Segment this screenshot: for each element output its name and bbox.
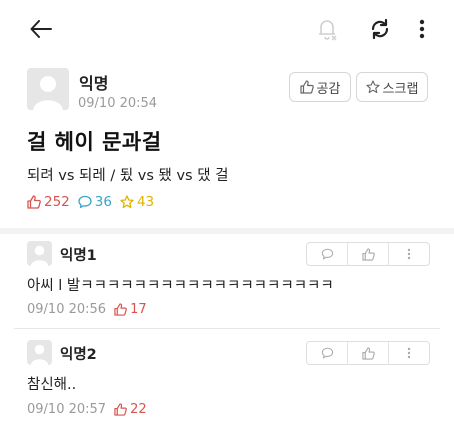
comment-actions xyxy=(306,341,430,365)
default-user-icon xyxy=(27,241,52,266)
comment-like-button[interactable] xyxy=(348,243,389,265)
thumbs-up-icon xyxy=(361,346,375,360)
comment-author: 익명2 xyxy=(60,347,97,363)
more-vertical-icon xyxy=(419,19,425,39)
avatar xyxy=(27,68,69,110)
refresh-icon xyxy=(371,18,389,40)
post-timestamp: 09/10 20:54 xyxy=(78,96,158,111)
post-author: 익명 xyxy=(79,74,109,93)
default-user-icon xyxy=(27,340,52,365)
speech-bubble-icon xyxy=(321,347,333,359)
comment-count: 36 xyxy=(78,194,112,210)
like-count: 252 xyxy=(27,194,70,210)
scrap-label: 스크랩 xyxy=(382,81,419,97)
post-stats: 252 36 43 xyxy=(27,194,162,210)
post-body: 되려 vs 되레 / 됬 vs 됐 vs 댔 걸 xyxy=(27,168,229,184)
speech-bubble-icon xyxy=(321,248,333,260)
reply-button[interactable] xyxy=(307,342,348,364)
comment-more-button[interactable] xyxy=(389,243,429,265)
reply-button[interactable] xyxy=(307,243,348,265)
scrap-button[interactable]: 스크랩 xyxy=(356,72,428,102)
star-icon xyxy=(120,195,134,209)
comment-like-count: 22 xyxy=(130,402,147,417)
thumbs-up-icon xyxy=(114,303,127,316)
comment-divider xyxy=(14,328,440,329)
back-arrow-icon xyxy=(30,20,52,38)
thumbs-up-icon xyxy=(114,403,127,416)
notification-button[interactable] xyxy=(312,14,342,44)
comment-like-button[interactable] xyxy=(348,342,389,364)
comment-like-count: 17 xyxy=(130,302,147,317)
comment-count-value: 36 xyxy=(94,194,112,210)
avatar xyxy=(27,340,52,365)
comment-author: 익명1 xyxy=(60,248,97,264)
refresh-button[interactable] xyxy=(365,14,395,44)
comment-body: 참신해.. xyxy=(27,377,77,393)
like-count-value: 252 xyxy=(44,194,70,210)
empathize-label: 공감 xyxy=(316,81,341,97)
comment-actions xyxy=(306,242,430,266)
comment-more-button[interactable] xyxy=(389,342,429,364)
thumbs-up-icon xyxy=(27,195,41,209)
comment-meta: 09/10 20:56 17 xyxy=(27,302,147,317)
top-bar xyxy=(0,0,454,56)
more-vertical-icon xyxy=(407,248,411,260)
more-button[interactable] xyxy=(410,14,434,44)
scrap-count-value: 43 xyxy=(136,194,155,210)
more-vertical-icon xyxy=(407,347,411,359)
thumbs-up-icon xyxy=(361,247,375,261)
bell-off-icon xyxy=(319,20,337,41)
comment-meta: 09/10 20:57 22 xyxy=(27,402,147,417)
post-title: 걸 헤이 문과걸 xyxy=(27,130,162,154)
comment-timestamp: 09/10 20:56 xyxy=(27,302,107,317)
back-button[interactable] xyxy=(26,16,56,42)
empathize-button[interactable]: 공감 xyxy=(289,72,351,102)
thumbs-up-icon xyxy=(299,80,314,94)
star-icon xyxy=(365,80,380,94)
scrap-count: 43 xyxy=(120,194,154,210)
comment-timestamp: 09/10 20:57 xyxy=(27,402,107,417)
comment-body: 아씨 l 발ㅋㅋㅋㅋㅋㅋㅋㅋㅋㅋㅋㅋㅋㅋㅋㅋㅋㅋㅋ xyxy=(27,278,334,294)
post-comments-divider xyxy=(0,228,454,234)
speech-bubble-icon xyxy=(78,195,92,209)
avatar xyxy=(27,241,52,266)
default-user-icon xyxy=(27,68,69,110)
